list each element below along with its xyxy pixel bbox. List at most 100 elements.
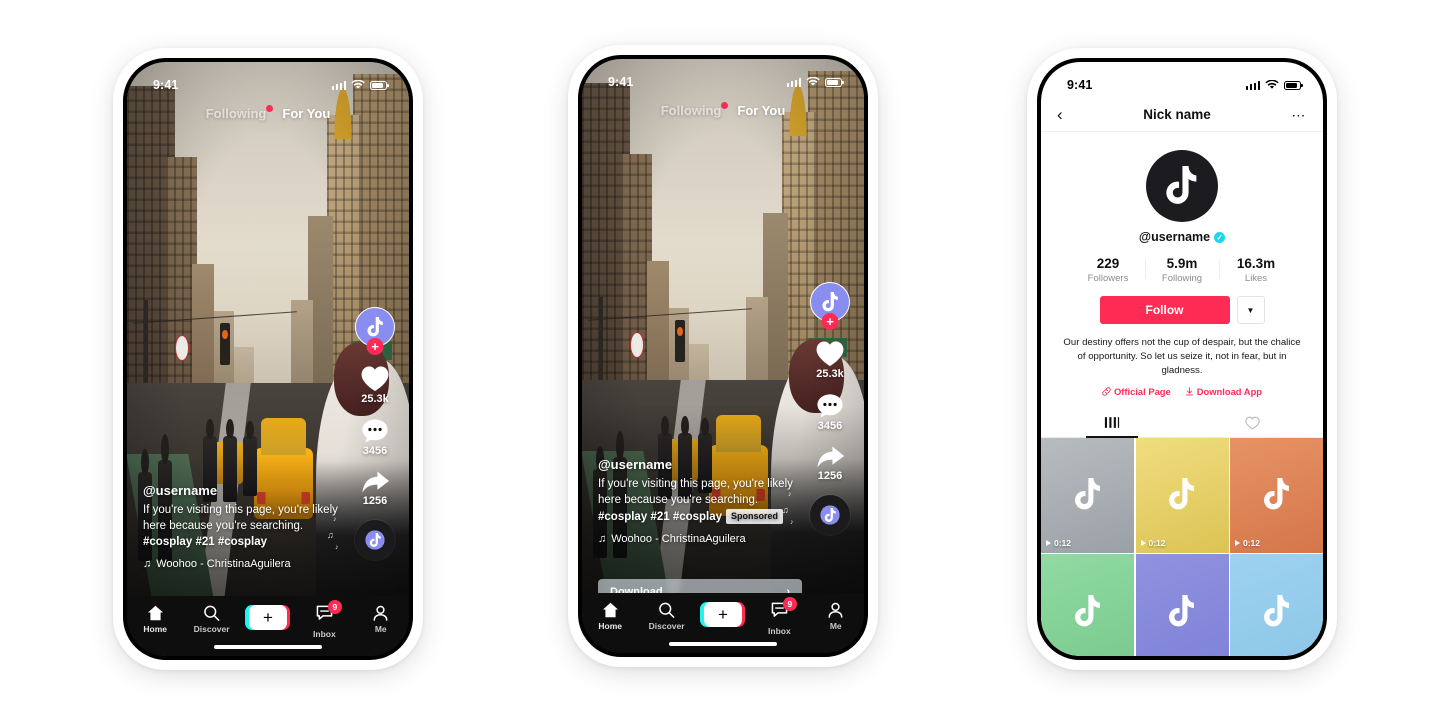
cellular-bars-icon bbox=[1245, 80, 1260, 90]
home-icon bbox=[147, 605, 163, 621]
tab-for-you[interactable]: For You bbox=[282, 106, 330, 121]
caption-music[interactable]: ♫ Woohoo - ChristinaAguilera bbox=[598, 533, 794, 545]
tab-posts[interactable] bbox=[1041, 409, 1182, 437]
stat-following[interactable]: 5.9m Following bbox=[1145, 256, 1219, 284]
nav-discover[interactable]: Discover bbox=[638, 602, 694, 631]
nav-home[interactable]: Home bbox=[127, 605, 183, 634]
share-arrow-icon bbox=[816, 446, 844, 468]
caption-line3[interactable]: #21 #cosplay bbox=[650, 511, 722, 523]
feed-top-tabs: Following For You bbox=[127, 105, 409, 121]
nav-me[interactable]: Me bbox=[808, 602, 864, 631]
play-icon bbox=[1235, 539, 1240, 546]
cellular-bars-icon bbox=[331, 80, 346, 90]
status-bar-3: 9:41 bbox=[1041, 62, 1323, 98]
tab-following[interactable]: Following bbox=[206, 105, 274, 121]
tab-for-you[interactable]: For You bbox=[737, 103, 785, 118]
music-disc-icon[interactable]: ♪ ♫ ♪ bbox=[327, 516, 395, 560]
tab-following[interactable]: Following bbox=[661, 102, 729, 118]
video-grid: 0:12 0:12 0:12 bbox=[1041, 437, 1323, 656]
stat-followers-value: 229 bbox=[1096, 256, 1120, 271]
grid-tile[interactable] bbox=[1135, 554, 1229, 656]
phone-mockup-feed: 9:41 Following For You + 25.3k 3456 1256… bbox=[113, 48, 423, 670]
download-app-label: Download App bbox=[1196, 385, 1263, 397]
music-disc-icon[interactable]: ♪ ♫ ♪ bbox=[782, 491, 850, 535]
follow-row: Follow ▼ bbox=[1041, 296, 1323, 324]
share-button[interactable]: 1256 bbox=[816, 445, 845, 482]
download-icon bbox=[1185, 387, 1193, 396]
nav-home[interactable]: Home bbox=[582, 602, 638, 631]
tiktok-note-icon bbox=[1169, 478, 1194, 510]
comment-count: 3456 bbox=[817, 420, 843, 432]
comment-dots-icon bbox=[817, 394, 843, 418]
create-plus-icon[interactable]: + bbox=[700, 602, 746, 627]
official-page-link[interactable]: Official Page bbox=[1102, 386, 1171, 397]
share-button[interactable]: 1256 bbox=[361, 470, 390, 507]
nav-discover[interactable]: Discover bbox=[183, 605, 239, 634]
comment-button[interactable]: 3456 bbox=[816, 393, 844, 432]
caption-username[interactable]: @username bbox=[598, 457, 794, 472]
follow-plus-badge[interactable]: + bbox=[821, 313, 839, 330]
nav-me[interactable]: Me bbox=[353, 605, 409, 634]
chevron-down-icon[interactable]: ▼ bbox=[1236, 296, 1265, 324]
wifi-icon bbox=[1265, 80, 1279, 89]
more-dots-icon[interactable]: ⋯ bbox=[1291, 108, 1307, 122]
like-button[interactable]: 25.3k bbox=[360, 365, 390, 405]
caption-line2: here because you're searching. bbox=[143, 520, 304, 533]
caption-username[interactable]: @username bbox=[143, 483, 339, 498]
nav-inbox-label: Inbox bbox=[313, 629, 336, 639]
nav-create[interactable]: + bbox=[695, 602, 751, 627]
grid-tile[interactable] bbox=[1230, 554, 1323, 656]
stat-followers[interactable]: 229 Followers bbox=[1071, 256, 1145, 284]
action-rail: + 25.3k 3456 1256 ♪ ♫ ♪ bbox=[327, 307, 395, 560]
tab-liked[interactable] bbox=[1182, 409, 1323, 437]
profile-page: 9:41 ‹ Nick name ⋯ @username ✓ 229 Follo… bbox=[1041, 62, 1323, 656]
profile-body: @username ✓ 229 Followers 5.9m Following bbox=[1041, 132, 1323, 656]
music-note-icon: ♫ bbox=[143, 558, 152, 570]
feed-top-tabs-2: Following For You bbox=[582, 102, 864, 118]
sponsored-caption: @username If you're visiting this page, … bbox=[598, 457, 794, 545]
grid-tile[interactable]: 0:12 bbox=[1041, 437, 1134, 553]
grid-tile[interactable]: 0:12 bbox=[1230, 437, 1323, 553]
nav-home-label: Home bbox=[598, 621, 622, 631]
tile-duration: 0:12 bbox=[1140, 538, 1166, 548]
create-plus-icon[interactable]: + bbox=[245, 605, 291, 630]
profile-bio: Our destiny offers not the cup of despai… bbox=[1063, 336, 1301, 378]
verified-check-icon: ✓ bbox=[1214, 231, 1226, 243]
caption-line2: here because you're searching. bbox=[598, 494, 759, 507]
like-button[interactable]: 25.3k bbox=[815, 340, 845, 380]
nav-inbox[interactable]: 9 Inbox bbox=[751, 597, 807, 636]
music-title: Woohoo - ChristinaAguilera bbox=[611, 533, 746, 545]
creator-avatar[interactable]: + bbox=[810, 282, 850, 330]
caption-line1: If you're visiting this page, you're lik… bbox=[598, 478, 793, 491]
share-count: 1256 bbox=[817, 470, 843, 482]
profile-username-text: @username bbox=[1138, 230, 1211, 244]
caption-music[interactable]: ♫ Woohoo - ChristinaAguilera bbox=[143, 558, 339, 570]
comment-button[interactable]: 3456 bbox=[361, 418, 389, 457]
home-indicator bbox=[214, 645, 322, 649]
nav-create[interactable]: + bbox=[240, 605, 296, 630]
follow-plus-badge[interactable]: + bbox=[366, 338, 384, 355]
caption-text: If you're visiting this page, you're lik… bbox=[143, 503, 339, 551]
grid-tile[interactable]: 0:12 bbox=[1135, 437, 1229, 553]
status-bar-2: 9:41 bbox=[582, 59, 864, 95]
caption-line3[interactable]: #21 #cosplay bbox=[195, 536, 267, 548]
stat-following-label: Following bbox=[1161, 273, 1203, 284]
grid-tile[interactable] bbox=[1041, 554, 1134, 656]
avatar[interactable] bbox=[1146, 150, 1218, 222]
caption-text: If you're visiting this page, you're lik… bbox=[598, 477, 794, 526]
caption-hashtag-1[interactable]: #cosplay bbox=[143, 536, 192, 548]
chevron-left-icon[interactable]: ‹ bbox=[1057, 106, 1063, 123]
nav-inbox-label: Inbox bbox=[768, 626, 791, 636]
profile-username: @username ✓ bbox=[1041, 230, 1323, 244]
download-app-link[interactable]: Download App bbox=[1185, 386, 1262, 397]
caption-hashtag-1[interactable]: #cosplay bbox=[598, 511, 647, 523]
nav-inbox[interactable]: 9 Inbox bbox=[296, 600, 352, 639]
nav-me-label: Me bbox=[829, 621, 842, 631]
stat-likes[interactable]: 16.3m Likes bbox=[1219, 256, 1293, 284]
official-page-label: Official Page bbox=[1113, 385, 1171, 397]
person-icon bbox=[373, 605, 388, 621]
profile-stats: 229 Followers 5.9m Following 16.3m Likes bbox=[1041, 256, 1323, 284]
bio-line-1: Our destiny offers not the cup of despai… bbox=[1063, 337, 1253, 348]
follow-button[interactable]: Follow bbox=[1099, 296, 1230, 324]
creator-avatar[interactable]: + bbox=[355, 307, 395, 355]
